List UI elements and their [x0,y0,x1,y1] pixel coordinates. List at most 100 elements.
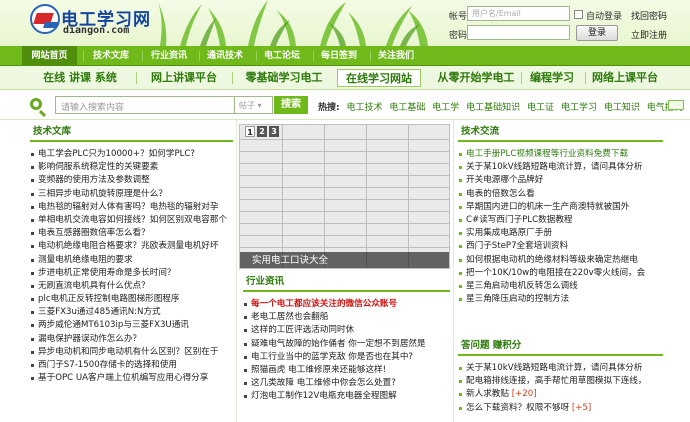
search-bar: 请输入搜索内容 帖子 ▾ 搜索 热搜: 电工技术 电工基础 电工学 电工基础知识… [0,90,690,120]
search-input[interactable]: 请输入搜索内容 [55,96,235,114]
list-item[interactable]: 西门子SteP7全套培训资料 [458,240,663,253]
list-item[interactable]: 照猫画虎 电工维修原来还能够这样! [243,364,450,377]
search-type-select[interactable]: 帖子 ▾ [235,96,273,114]
slider-page[interactable]: 2 [257,126,267,137]
list-item[interactable]: 异步电动机和同步电动机有什么区别？区别在于 [30,346,233,359]
subnav-item[interactable]: 从零开始学电工 [426,69,526,87]
more-arrow-icon[interactable] [668,100,684,110]
hot-term[interactable]: 电工知识 [604,103,640,113]
subnav-item[interactable]: 在线 讲课 系统 [30,69,130,87]
list-item[interactable]: 星三角启动电机反转怎么调线 [458,280,663,293]
exchange-list: 电工手册PLC视频课程等行业资料免费下载 关于某10kV线路短路电流计算，请问具… [458,148,663,306]
list-item[interactable]: 步进电机正常使用寿命是多长时间？ [30,267,233,280]
list-item[interactable]: 配电箱排线连接，高手帮忙用草图模拟下连线， [458,375,663,388]
password-input[interactable] [467,25,570,40]
list-item[interactable]: 疑难电气故障的始作俑者 你一定想不到居然是 [243,338,450,351]
list-item[interactable]: 单相电机交流电容如何接线？如何区别双电容那个 [30,214,233,227]
list-item[interactable]: 电工行业当中的蓝学克敌 你是否也在其中? [243,351,450,364]
list-item[interactable]: 老电工居然也会翻船 [243,311,450,324]
nav-forum[interactable]: 电工论坛 [257,46,307,66]
qa-text: 配电箱排线连接，高手帮忙用草图模拟下连线， [466,376,647,387]
list-item[interactable]: 无刷直流电机具有什么优点？ [30,280,233,293]
account-input[interactable]: 用户名/Email [467,6,570,21]
list-item[interactable]: 变频器的使用方法及参数调整 [30,174,233,187]
list-item[interactable]: 这样的工匠评选活动同时休 [243,324,450,337]
list-item[interactable]: 实用集成电路原厂手册 [458,227,663,240]
hot-search: 热搜: 电工技术 电工基础 电工学 电工基础知识 电工证 电工学习 电工知识 电… [318,100,683,113]
main-nav: 网站首页 技术文库 行业资讯 通讯技术 电工论坛 每日签到 关注我们 [0,46,690,66]
list-item[interactable]: 漏电保护器误动作怎么办？ [30,333,233,346]
search-button[interactable]: 搜索 [274,96,308,114]
list-item[interactable]: 开关电源哪个品牌好 [458,174,663,187]
subnav-item[interactable]: 零基础学习电工 [236,69,332,87]
hot-search-label: 热搜: [318,103,340,113]
list-item[interactable]: 灯泡电工制作12V电瓶充电器全程图解 [243,390,450,403]
qa-list: 关于某10kV线路短路电流计算，请问具体分析 配电箱排线连接，高手帮忙用草图模拟… [458,362,663,415]
qa-text: 关于某10kV线路短路电流计算，请问具体分析 [466,363,643,373]
list-item[interactable]: 两步威伦通MT6103ip与三菱FX3U通讯 [30,319,233,332]
logo-domain: diangon.com [63,25,130,36]
hot-term[interactable]: 电工学 [432,103,459,113]
list-item[interactable]: 三菱FX3u通过485通讯N:N方式 [30,306,233,319]
subnav-item[interactable]: 编程学习 [524,69,580,87]
list-item[interactable]: 星三角降压启动的控制方法 [458,293,663,306]
list-item[interactable]: 关于某10kV线路短路电流计算，请问具体分析 [458,161,663,174]
slider-page[interactable]: 3 [269,126,279,137]
hot-term[interactable]: 电工技术 [346,103,382,113]
auto-login-label: 自动登录 [586,12,623,22]
forgot-password-link[interactable]: 找回密码 [631,9,667,22]
list-item[interactable]: 把一个10K/10w的电阻接在220v零火线间，会 [458,267,663,280]
hot-term[interactable]: 电工基础知识 [466,103,520,113]
list-item[interactable]: 电工手册PLC视频课程等行业资料免费下载 [458,148,663,161]
login-button[interactable]: 登录 [576,25,618,41]
list-item[interactable]: 早期国内进口的机床一生产商澳特就被国外 [458,201,663,214]
search-type-value: 帖子 [239,101,255,110]
nav-news[interactable]: 行业资讯 [144,46,194,66]
exchange-title[interactable]: 技术交流 [458,122,663,142]
list-item[interactable]: 新人求教贴 [+20] [458,388,663,401]
list-item[interactable]: 电动机绝缘电阻合格要求？兆欧表测量电机好坏 [30,240,233,253]
nav-home[interactable]: 网站首页 [22,46,77,66]
list-item[interactable]: 基于OPC UA客户端上位机编写应用心得分享 [30,372,233,385]
grass-decoration [158,0,428,46]
list-item[interactable]: 影响伺服系统稳定性的关键要素 [30,161,233,174]
qa-title[interactable]: 答问题 赚积分 [458,336,663,356]
library-title[interactable]: 技术文库 [30,122,233,142]
nav-library[interactable]: 技术文库 [86,46,136,66]
hot-term[interactable]: 电工证 [527,103,554,113]
list-item[interactable]: 这几类故障 电工维修中你会怎么处置? [243,377,450,390]
list-item[interactable]: C#读写西门子PLC数据教程 [458,214,663,227]
list-item[interactable]: 每一个电工都应该关注的微信公众账号 [243,298,450,311]
slider-page[interactable]: 1 [245,126,255,137]
sub-nav: 在线 讲课 系统 网上讲课平台 零基础学习电工 在线学习网站 从零开始学电工 编… [0,66,690,90]
list-item[interactable]: 西门子S7-1500存储卡的选择和使用 [30,359,233,372]
register-link[interactable]: 立即注册 [631,28,667,41]
list-item[interactable]: 电热毯的辐射对人体有害吗？电热毯的辐射对孕 [30,201,233,214]
hot-term[interactable]: 电工学习 [561,103,597,113]
slider-image[interactable]: 1 2 3 实用电工口诀大全 [239,124,450,269]
list-item[interactable]: 如何根据电动机的绝缘材料等级来确定热继电 [458,254,663,267]
list-item[interactable]: 电工学会PLC只为10000+？如何学PLC? [30,148,233,161]
hot-term[interactable]: 电工基础 [389,103,425,113]
qa-text: 怎么下载资料？权限不够呀 [466,402,570,413]
nav-comm[interactable]: 通讯技术 [200,46,250,66]
subnav-item-active[interactable]: 在线学习网站 [337,69,421,87]
subnav-item[interactable]: 网络上课平台 [588,69,662,87]
slider-caption[interactable]: 实用电工口诀大全 [240,252,449,268]
nav-signin[interactable]: 每日签到 [314,46,364,66]
list-item[interactable]: 怎么下载资料？权限不够呀 [+5] [458,402,663,415]
list-item[interactable]: 电表的倍数怎么看 [458,188,663,201]
nav-follow[interactable]: 关注我们 [371,46,421,66]
qa-text: 新人求教贴 [466,389,509,400]
logo-icon[interactable] [30,4,60,34]
list-item[interactable]: 电表互感器圈数倍率怎么看？ [30,227,233,240]
list-item[interactable]: 三相异步电动机旋转原理是什么？ [30,188,233,201]
list-item[interactable]: 关于某10kV线路短路电流计算，请问具体分析 [458,362,663,375]
password-label: 密码 [449,31,468,41]
list-item[interactable]: plc电机正反转控制电路图梯形图程序 [30,293,233,306]
auto-login-checkbox[interactable] [574,10,583,19]
list-item[interactable]: 测量电机绝缘电阻的要求 [30,254,233,267]
qa-bonus: [+5] [571,402,592,413]
subnav-item[interactable]: 网上讲课平台 [140,69,228,87]
news-title[interactable]: 行业资讯 [243,272,450,292]
